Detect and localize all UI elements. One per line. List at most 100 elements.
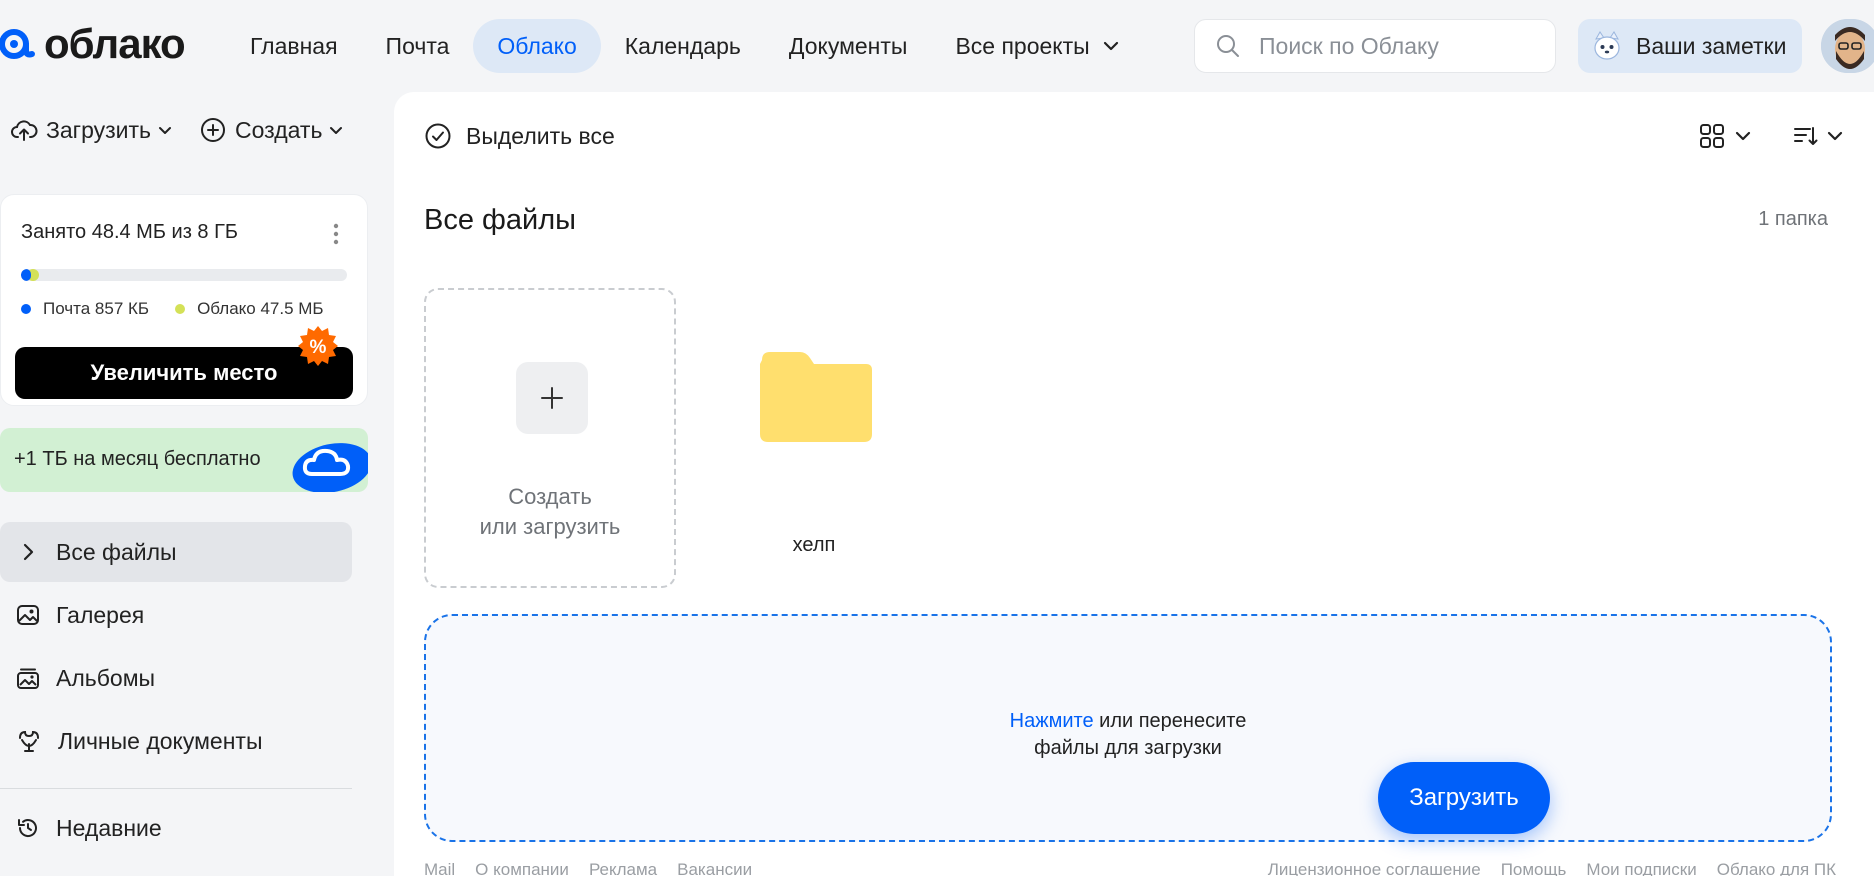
nav-cloud-label: Облако — [497, 33, 577, 59]
promo-text: +1 ТБ на месяц бесплатно — [14, 448, 261, 470]
dropzone-text-1: или перенесите — [1093, 710, 1247, 732]
storage-card: Занято 48.4 МБ из 8 ГБ Почта 857 КБ Обла… — [0, 194, 368, 406]
sidebar-item-label: Галерея — [56, 601, 145, 628]
legend-mail: Почта 857 КБ — [21, 299, 149, 319]
nav-calendar[interactable]: Календарь — [601, 19, 765, 73]
footer-link-about[interactable]: О компании — [475, 860, 569, 876]
top-header: облако Главная Почта Облако Календарь До… — [0, 0, 1874, 92]
footer-link-license[interactable]: Лицензионное соглашение — [1268, 860, 1481, 876]
page-title: Все файлы — [424, 204, 576, 236]
folder-icon — [760, 352, 872, 442]
sidebar-item-gallery[interactable]: Галерея — [0, 585, 352, 645]
chevron-down-icon — [159, 127, 172, 134]
sidebar-item-recent[interactable]: Недавние — [16, 808, 162, 848]
dropzone-line1: Нажмите или перенесите — [426, 708, 1830, 735]
footer-link-desktop[interactable]: Облако для ПК — [1717, 860, 1836, 876]
dropzone-text-2: файлы для загрузки — [1034, 737, 1222, 759]
history-icon — [18, 819, 37, 837]
documents-icon — [19, 730, 39, 752]
your-notes-button[interactable]: Ваши заметки — [1578, 19, 1802, 73]
sort-icon — [1794, 127, 1818, 145]
upload-label: Загрузить — [46, 116, 152, 143]
nav-home[interactable]: Главная — [226, 19, 362, 73]
free-tb-promo[interactable]: +1 ТБ на месяц бесплатно — [0, 428, 368, 492]
dropzone-click-link[interactable]: Нажмите — [1010, 710, 1094, 732]
sidebar-item-label: Все файлы — [56, 538, 177, 565]
grid-view-icon — [1700, 124, 1724, 148]
create-tile-label: Создать или загрузить — [426, 482, 674, 542]
folder-name: хелп — [792, 534, 836, 556]
legend-mail-dot — [21, 304, 31, 314]
main-content: Выделить все Все файлы 1 папка Создать и… — [394, 92, 1874, 876]
footer-link-help[interactable]: Помощь — [1501, 860, 1567, 876]
sidebar: Загрузить Создать Занято 48.4 МБ из 8 ГБ… — [0, 92, 380, 876]
create-tile-line1: Создать — [508, 484, 592, 509]
upload-button[interactable]: Загрузить — [1378, 762, 1550, 834]
notes-mascot-icon — [1594, 31, 1620, 60]
nav-home-label: Главная — [250, 33, 338, 59]
main-nav: Главная Почта Облако Календарь Документы… — [226, 18, 1144, 74]
legend-mail-label: Почта 857 КБ — [43, 299, 150, 318]
create-dropdown[interactable]: Создать — [199, 116, 344, 144]
more-vertical-icon[interactable] — [333, 223, 339, 245]
nav-all-projects-label: Все проекты — [955, 33, 1090, 59]
cloud-upload-icon — [11, 120, 38, 141]
album-icon — [17, 668, 39, 689]
view-mode-toggle[interactable] — [1698, 122, 1754, 150]
footer-link-ads[interactable]: Реклама — [589, 860, 657, 876]
nav-documents-label: Документы — [788, 33, 908, 59]
sidebar-item-all-files[interactable]: Все файлы — [0, 522, 352, 582]
chevron-down-icon — [330, 127, 343, 134]
create-plus-box — [516, 362, 588, 434]
footer-link-jobs[interactable]: Вакансии — [677, 860, 752, 876]
upload-button-label: Загрузить — [1409, 784, 1519, 811]
create-or-upload-tile[interactable]: Создать или загрузить — [424, 288, 676, 588]
nav-all-projects[interactable]: Все проекты — [931, 19, 1143, 73]
upload-dropzone[interactable]: Нажмите или перенесите файлы для загрузк… — [424, 614, 1832, 842]
chevron-right-icon — [23, 543, 34, 561]
legend-cloud-label: Облако 47.5 МБ — [197, 299, 324, 318]
footer-link-subscriptions[interactable]: Мои подписки — [1586, 860, 1696, 876]
chevron-down-icon — [1827, 131, 1843, 141]
nav-calendar-label: Календарь — [624, 33, 741, 59]
logo-text: облако — [44, 20, 186, 67]
storage-legend: Почта 857 КБ Облако 47.5 МБ — [21, 299, 350, 319]
footer-right-links: Лицензионное соглашение Помощь Мои подпи… — [1248, 860, 1836, 876]
sort-toggle[interactable] — [1792, 122, 1846, 150]
avatar-image-icon — [1821, 19, 1874, 73]
avatar[interactable] — [1821, 19, 1874, 73]
search-box[interactable] — [1194, 19, 1556, 73]
folder-item[interactable]: хелп — [712, 288, 916, 588]
sidebar-divider — [0, 788, 352, 789]
sidebar-item-label: Недавние — [56, 814, 162, 841]
legend-cloud-dot — [175, 304, 186, 314]
upload-dropdown[interactable]: Загрузить — [10, 116, 173, 144]
sidebar-item-personal-documents[interactable]: Личные документы — [0, 711, 352, 771]
footer: Mail О компании Реклама Вакансии Лицензи… — [424, 860, 1836, 876]
your-notes-label: Ваши заметки — [1636, 32, 1787, 59]
nav-documents[interactable]: Документы — [765, 19, 932, 73]
sidebar-item-label: Личные документы — [58, 727, 263, 754]
sidebar-item-albums[interactable]: Альбомы — [0, 648, 352, 708]
footer-link-mail[interactable]: Mail — [424, 860, 455, 876]
at-sign-icon — [0, 29, 35, 59]
folder-count: 1 папка — [1758, 208, 1828, 230]
select-all-button[interactable]: Выделить все — [424, 122, 615, 150]
image-icon — [17, 605, 39, 625]
nav-cloud[interactable]: Облако — [473, 19, 601, 73]
storage-usage-title: Занято 48.4 МБ из 8 ГБ — [21, 221, 239, 243]
footer-left-links: Mail О компании Реклама Вакансии — [424, 860, 772, 876]
chevron-down-icon — [1735, 131, 1751, 141]
sidebar-item-label: Альбомы — [56, 664, 156, 691]
create-tile-line2: или загрузить — [479, 514, 621, 539]
search-input[interactable] — [1259, 32, 1529, 60]
logo[interactable]: облако — [0, 20, 186, 68]
sidebar-menu: Все файлы Галерея Альбомы Личные докумен… — [0, 522, 352, 774]
nav-mail[interactable]: Почта — [362, 19, 474, 73]
plus-circle-icon — [201, 118, 226, 142]
dropzone-text: Нажмите или перенесите файлы для загрузк… — [426, 708, 1830, 762]
plus-icon — [541, 387, 563, 409]
select-all-label: Выделить все — [466, 122, 615, 149]
legend-cloud: Облако 47.5 МБ — [175, 299, 324, 319]
nav-mail-label: Почта — [385, 33, 450, 59]
